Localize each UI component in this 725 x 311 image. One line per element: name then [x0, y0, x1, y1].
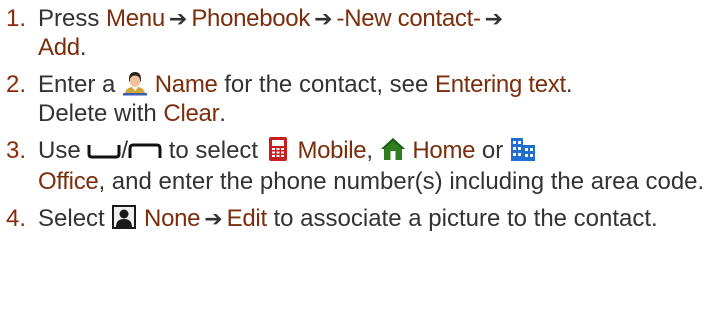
period: .	[565, 71, 573, 98]
home-term: Home	[412, 137, 476, 164]
new-contact-term: -New contact-	[336, 5, 481, 32]
step-text: or	[481, 137, 504, 164]
step-number: 3.	[6, 137, 27, 164]
slash: /	[121, 137, 129, 164]
phonebook-term: Phonebook	[191, 5, 311, 32]
office-term: Office	[38, 168, 99, 195]
step-text: Press	[38, 5, 100, 32]
step-text: for the contact, see	[224, 71, 429, 98]
arrow-icon: ➔	[204, 206, 223, 231]
name-term: Name	[154, 71, 218, 98]
comma: ,	[366, 137, 374, 164]
instruction-page: 1. Press Menu ➔ Phonebook ➔ -New contact- ➔ Ad…	[0, 0, 725, 311]
step-text: to select	[168, 137, 259, 164]
step-number: 2.	[6, 71, 27, 98]
step-text: to associate a picture to the contact.	[273, 205, 658, 232]
step-text: Select	[38, 205, 105, 232]
period: .	[79, 34, 87, 61]
step-text: , and enter the phone number(s) includin…	[98, 168, 705, 195]
mobile-term: Mobile	[297, 137, 367, 164]
steps-list: 1. Press Menu ➔ Phonebook ➔ -New contact- ➔ Ad…	[6, 4, 725, 233]
step-text: Use	[38, 137, 81, 164]
arrow-icon: ➔	[484, 6, 504, 31]
period: .	[219, 100, 226, 127]
arrow-icon: ➔	[168, 6, 188, 31]
nav-down-arc-icon	[87, 138, 121, 167]
step-1: 1. Press Menu ➔ Phonebook ➔ -New contact- ➔ Ad…	[6, 4, 725, 62]
step-text: Delete with	[38, 100, 157, 127]
home-icon	[380, 136, 406, 162]
step-4: 4. Select None ➔ Edit to associate a pictu…	[6, 204, 725, 233]
step-number: 4.	[6, 205, 27, 232]
mobile-phone-icon	[265, 136, 291, 162]
edit-term: Edit	[226, 205, 267, 232]
person-name-icon	[122, 70, 149, 96]
menu-term: Menu	[106, 5, 165, 32]
add-term: Add	[38, 34, 80, 61]
step-number: 1.	[6, 5, 27, 32]
entering-text-term: Entering text	[435, 71, 566, 98]
none-term: None	[144, 205, 201, 232]
step-3: 3. Use / to select Mobile, Home or Offic…	[6, 136, 725, 196]
office-building-icon	[510, 136, 536, 162]
arrow-icon: ➔	[314, 6, 333, 31]
clear-term: Clear	[163, 100, 220, 127]
step-2: 2. Enter a Name for the contact, see Ent…	[6, 70, 725, 128]
step-text: Enter a	[38, 71, 116, 98]
nav-up-arc-icon	[128, 138, 162, 167]
contact-picture-icon	[111, 204, 137, 230]
